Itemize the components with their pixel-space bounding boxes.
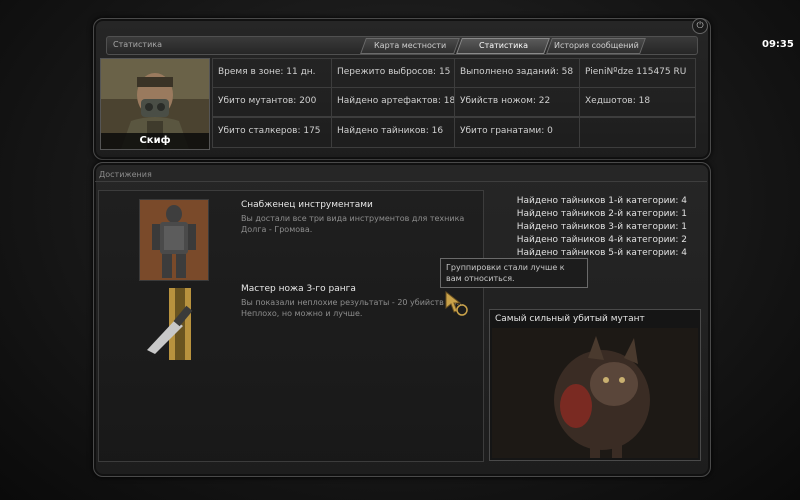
cache-row-1: Найдено тайников 1-й категории: 4	[516, 196, 687, 206]
clock: 09:35	[762, 39, 794, 50]
caches-list: Найдено тайников 1-й категории: 4 Найден…	[505, 196, 687, 261]
stat-headshots: Хедшотов: 18	[579, 87, 696, 117]
stat-emissions-survived: Пережито выбросов: 15	[331, 58, 455, 88]
stat-grenade-kills: Убито гранатами: 0	[454, 117, 580, 148]
stat-caches-found: Найдено тайников: 16	[331, 117, 455, 148]
stat-stalkers-killed: Убито сталкеров: 175	[212, 117, 332, 148]
stat-money: PieniNºdze 115475 RU	[579, 58, 696, 88]
stat-empty	[579, 117, 696, 148]
stat-mutants-killed: Убито мутантов: 200	[212, 87, 332, 117]
mutant-title: Самый сильный убитый мутант	[495, 314, 645, 324]
player-portrait: Скиф	[100, 58, 210, 150]
stat-tasks-completed: Выполнено заданий: 58	[454, 58, 580, 88]
cache-row-4: Найдено тайников 4-й категории: 2	[516, 235, 687, 245]
cursor-icon	[442, 290, 472, 320]
header-title: Статистика	[113, 40, 162, 49]
stats-grid: Время в зоне: 11 дн. Пережито выбросов: …	[212, 58, 696, 148]
tooltip: Группировки стали лучше к вам относиться…	[440, 258, 588, 288]
strongest-mutant-panel: Самый сильный убитый мутант	[489, 309, 701, 461]
mutant-image	[492, 328, 698, 458]
achievements-title: Достижения	[99, 170, 152, 179]
stat-time-in-zone: Время в зоне: 11 дн.	[212, 58, 332, 88]
player-name: Скиф	[101, 133, 209, 149]
tab-message-history[interactable]: История сообщений	[546, 38, 646, 54]
achievement-knife-title: Мастер ножа 3-го ранга	[241, 284, 356, 294]
section-divider	[95, 181, 707, 182]
power-icon[interactable]: ⏻	[692, 18, 708, 34]
stat-artifacts-found: Найдено артефактов: 18	[331, 87, 455, 117]
cache-row-3: Найдено тайников 3-й категории: 1	[516, 222, 687, 232]
achievement-tools-desc: Вы достали все три вида инструментов для…	[241, 214, 465, 234]
achievement-tools-title: Снабженец инструментами	[241, 200, 373, 210]
tab-map[interactable]: Карта местности	[360, 38, 460, 54]
achievement-tools-image	[139, 199, 209, 281]
cache-row-2: Найдено тайников 2-й категории: 1	[516, 209, 687, 219]
header-bar: Статистика Карта местности Статистика Ис…	[106, 36, 794, 55]
stat-knife-kills: Убийств ножом: 22	[454, 87, 580, 117]
achievement-knife-image	[145, 284, 209, 364]
tab-statistics[interactable]: Статистика	[456, 38, 550, 54]
